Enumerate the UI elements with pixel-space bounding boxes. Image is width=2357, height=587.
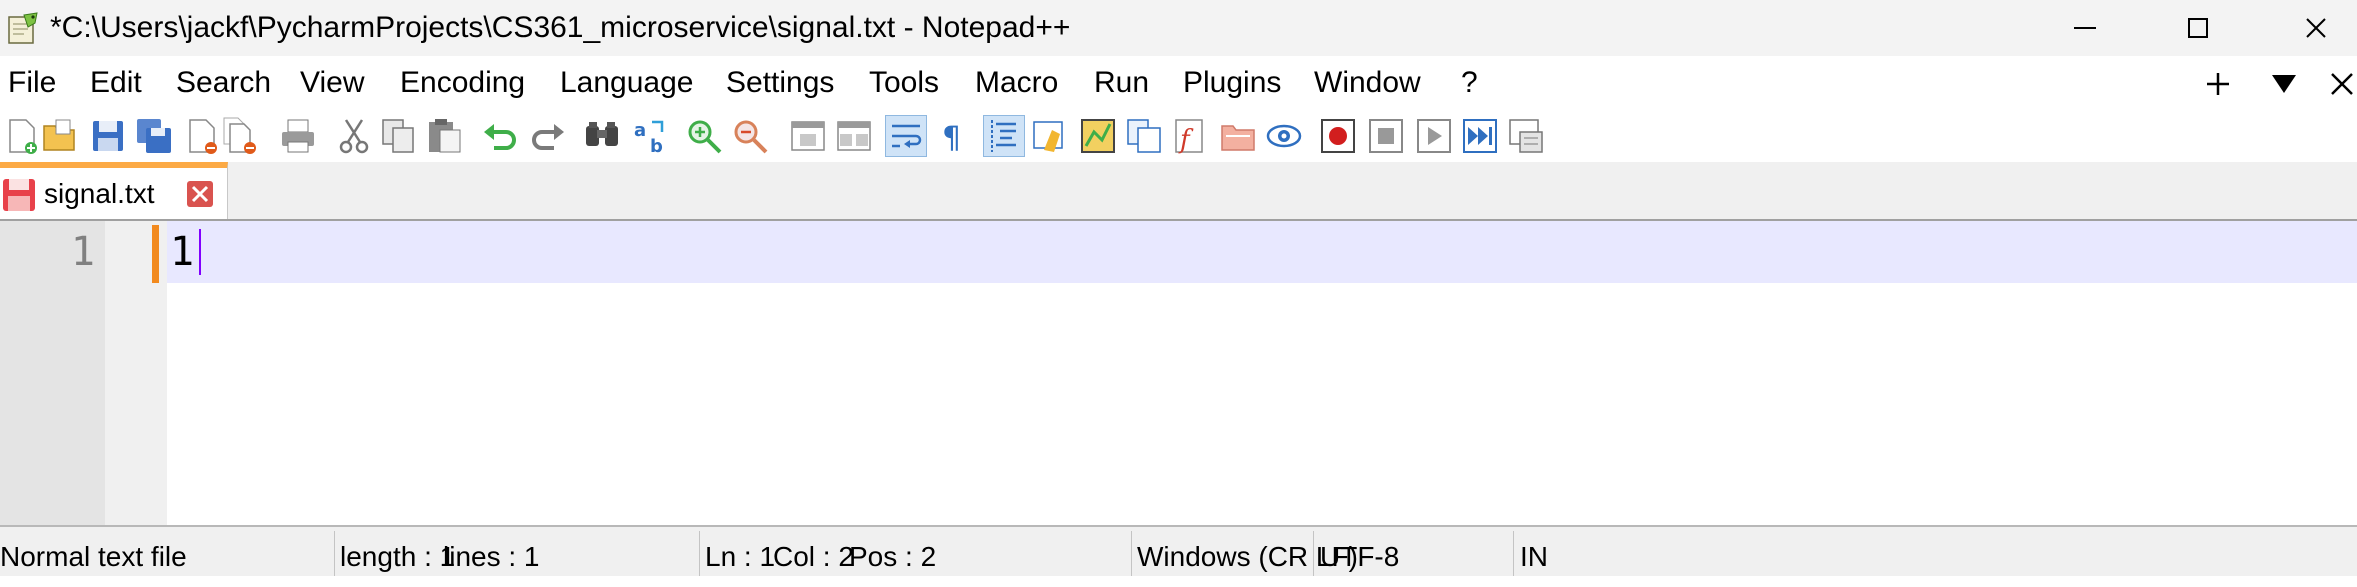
unsaved-file-icon — [3, 179, 35, 211]
replace-icon[interactable]: ab — [630, 116, 670, 156]
monitoring-icon[interactable] — [1264, 116, 1304, 156]
close-icon[interactable] — [2320, 62, 2357, 106]
menu-language[interactable]: Language — [560, 56, 693, 110]
doc-map-icon[interactable] — [1078, 116, 1118, 156]
status-divider — [699, 531, 700, 576]
menu-view[interactable]: View — [300, 56, 364, 110]
tab-bar: signal.txt — [0, 162, 2357, 221]
change-history-marker — [152, 225, 159, 283]
word-wrap-icon[interactable] — [885, 115, 927, 157]
status-divider — [334, 531, 335, 576]
paste-icon[interactable] — [424, 116, 464, 156]
svg-text:¶: ¶ — [942, 121, 961, 156]
zoom-out-icon[interactable] — [730, 116, 770, 156]
indent-guide-icon[interactable] — [983, 115, 1025, 157]
zoom-in-icon[interactable] — [684, 116, 724, 156]
menu-run[interactable]: Run — [1094, 56, 1149, 110]
save-icon[interactable] — [88, 116, 128, 156]
status-divider — [1313, 531, 1314, 576]
menu-search[interactable]: Search — [176, 56, 271, 110]
line-number-gutter: 1 — [0, 221, 105, 525]
minimize-icon — [2074, 27, 2096, 29]
stop-macro-icon[interactable] — [1366, 116, 1406, 156]
status-pos: Pos : 2 — [849, 541, 937, 572]
tab-signal-txt[interactable]: signal.txt — [0, 162, 228, 219]
save-macro-icon[interactable] — [1506, 116, 1546, 156]
svg-text:a: a — [634, 120, 646, 141]
menu-plugins[interactable]: Plugins — [1183, 56, 1281, 110]
minimize-button[interactable] — [2035, 0, 2135, 56]
status-length: length : 1 — [340, 541, 456, 572]
line-number: 1 — [70, 229, 95, 275]
save-all-icon[interactable] — [134, 116, 174, 156]
function-list-icon[interactable]: f — [1170, 116, 1210, 156]
find-icon[interactable] — [582, 116, 622, 156]
editor[interactable]: 1 1 — [0, 221, 2357, 525]
line-text[interactable]: 1 — [170, 221, 194, 283]
status-col: Col : 2 — [773, 541, 854, 572]
redo-icon[interactable] — [528, 116, 568, 156]
status-insert-mode: IN — [1520, 541, 1548, 572]
play-macro-icon[interactable] — [1414, 116, 1454, 156]
notepad-plus-plus-icon — [8, 12, 38, 44]
maximize-button[interactable] — [2148, 0, 2248, 56]
window-title: *C:\Users\jackf\PycharmProjects\CS361_mi… — [50, 11, 1071, 44]
tab-label: signal.txt — [44, 178, 155, 209]
text-caret — [199, 229, 201, 275]
menu-file[interactable]: File — [8, 56, 56, 110]
undo-icon[interactable] — [480, 116, 520, 156]
open-file-icon[interactable] — [40, 116, 80, 156]
record-macro-icon[interactable] — [1318, 116, 1358, 156]
menu-window[interactable]: Window — [1314, 56, 1421, 110]
folder-workspace-icon[interactable] — [1218, 116, 1258, 156]
status-bar: Normal text file length : 1 lines : 1 Ln… — [0, 525, 2357, 576]
menu-macro[interactable]: Macro — [975, 56, 1058, 110]
toolbar: ab ¶ f — [0, 110, 2357, 163]
menu-bar: File Edit Search View Encoding Language … — [0, 56, 2357, 110]
plus-icon[interactable] — [2196, 62, 2240, 106]
new-file-icon[interactable] — [2, 116, 42, 156]
svg-text:b: b — [650, 136, 663, 156]
close-window-button[interactable] — [2266, 0, 2357, 56]
close-tab-icon[interactable] — [186, 180, 214, 208]
close-all-icon[interactable] — [220, 116, 260, 156]
doc-list-icon[interactable] — [1124, 116, 1164, 156]
maximize-icon — [2188, 18, 2208, 38]
sync-horizontal-icon[interactable] — [834, 116, 874, 156]
triangle-down-icon[interactable] — [2262, 62, 2306, 106]
menu-edit[interactable]: Edit — [90, 56, 142, 110]
menu-help[interactable]: ? — [1461, 56, 1478, 110]
run-macro-multiple-icon[interactable] — [1460, 116, 1500, 156]
current-line-highlight — [167, 221, 2357, 283]
status-ln: Ln : 1 — [705, 541, 776, 572]
sync-vertical-icon[interactable] — [788, 116, 828, 156]
title-bar: *C:\Users\jackf\PycharmProjects\CS361_mi… — [0, 0, 2357, 56]
close-icon — [2306, 18, 2326, 38]
status-encoding[interactable]: UTF-8 — [1320, 527, 1399, 576]
close-file-icon[interactable] — [182, 116, 222, 156]
menu-tools[interactable]: Tools — [869, 56, 939, 110]
print-icon[interactable] — [278, 116, 318, 156]
status-file-type: Normal text file — [0, 541, 187, 572]
cut-icon[interactable] — [334, 116, 374, 156]
menu-settings[interactable]: Settings — [726, 56, 834, 110]
copy-icon[interactable] — [378, 116, 418, 156]
status-divider — [1131, 531, 1132, 576]
status-lines: lines : 1 — [443, 541, 540, 572]
show-all-chars-icon[interactable]: ¶ — [934, 116, 974, 156]
udl-icon[interactable] — [1030, 116, 1070, 156]
menu-encoding[interactable]: Encoding — [400, 56, 525, 110]
status-divider — [1513, 531, 1514, 576]
